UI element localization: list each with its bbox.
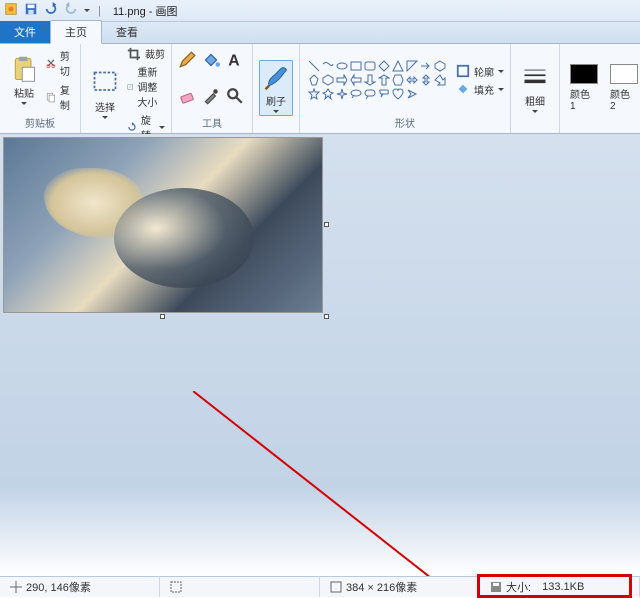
- separator: |: [98, 5, 101, 17]
- group-clipboard-label: 剪贴板: [6, 114, 74, 131]
- paste-button[interactable]: 粘贴: [6, 53, 42, 107]
- copy-button[interactable]: 复制: [46, 82, 74, 112]
- shapes-gallery[interactable]: [306, 58, 448, 102]
- canvas-image[interactable]: [3, 137, 323, 313]
- tab-view[interactable]: 查看: [102, 21, 152, 43]
- group-thickness-label: [517, 129, 553, 131]
- group-tools-label: 工具: [178, 114, 246, 131]
- group-image: 选择 裁剪 重新调整大小 旋转 图像: [81, 44, 172, 133]
- redo-icon[interactable]: [64, 2, 78, 19]
- pencil-icon[interactable]: [178, 51, 198, 74]
- brush-button[interactable]: 刷子: [259, 60, 293, 116]
- dimensions-icon: [330, 581, 342, 593]
- thickness-button[interactable]: 粗细: [517, 61, 553, 115]
- group-colors: 颜色 1 颜色 2: [560, 44, 640, 133]
- bucket-icon[interactable]: [202, 51, 222, 74]
- outline-button[interactable]: 轮廓: [456, 64, 504, 79]
- statusbar: 290, 146像素 384 × 216像素 大小: 133.1KB: [0, 576, 640, 597]
- group-tools: A 工具: [172, 44, 253, 133]
- selection-icon: [170, 581, 182, 593]
- window-title: 11.png - 画图: [113, 3, 178, 19]
- select-button[interactable]: 选择: [87, 67, 123, 121]
- color2-swatch: [610, 64, 638, 84]
- group-shapes: 轮廓 填充 形状: [300, 44, 511, 133]
- color1-button[interactable]: 颜色 1: [566, 62, 602, 114]
- tab-file[interactable]: 文件: [0, 21, 50, 43]
- picker-icon[interactable]: [202, 87, 222, 110]
- save-icon[interactable]: [24, 2, 38, 19]
- resize-handle[interactable]: [160, 314, 165, 319]
- undo-icon[interactable]: [44, 2, 58, 19]
- resize-button[interactable]: 重新调整大小: [127, 64, 165, 109]
- group-brush-label: [259, 129, 293, 131]
- svg-text:A: A: [228, 52, 239, 68]
- annotation-arrow: [193, 391, 463, 576]
- cut-button[interactable]: 剪切: [46, 48, 74, 78]
- eraser-icon[interactable]: [178, 87, 198, 110]
- status-selection: [160, 577, 320, 597]
- status-cursor: 290, 146像素: [0, 577, 160, 597]
- zoom-icon[interactable]: [226, 87, 246, 110]
- fill-button[interactable]: 填充: [456, 82, 504, 97]
- ribbon-tabs: 文件 主页 查看: [0, 22, 640, 44]
- app-icon: [4, 2, 18, 19]
- resize-handle[interactable]: [324, 314, 329, 319]
- group-colors-label: [566, 129, 640, 131]
- color1-swatch: [570, 64, 598, 84]
- disk-icon: [490, 581, 502, 593]
- canvas-area[interactable]: [0, 134, 640, 576]
- group-clipboard: 粘贴 剪切 复制 剪贴板: [0, 44, 81, 133]
- status-dimensions: 384 × 216像素: [320, 577, 480, 597]
- group-thickness: 粗细: [511, 44, 560, 133]
- qat-dropdown-icon[interactable]: [84, 9, 90, 12]
- resize-handle[interactable]: [324, 222, 329, 227]
- crop-button[interactable]: 裁剪: [127, 46, 165, 61]
- text-icon[interactable]: A: [226, 51, 246, 74]
- color2-button[interactable]: 颜色 2: [606, 62, 640, 114]
- ribbon: 粘贴 剪切 复制 剪贴板 选择 裁剪 重新调整大小 旋转 图像: [0, 44, 640, 134]
- titlebar: | 11.png - 画图: [0, 0, 640, 22]
- crosshair-icon: [10, 581, 22, 593]
- group-brush: 刷子: [253, 44, 300, 133]
- tab-home[interactable]: 主页: [50, 20, 102, 44]
- status-filesize: 大小: 133.1KB: [480, 577, 640, 597]
- group-shapes-label: 形状: [306, 114, 504, 131]
